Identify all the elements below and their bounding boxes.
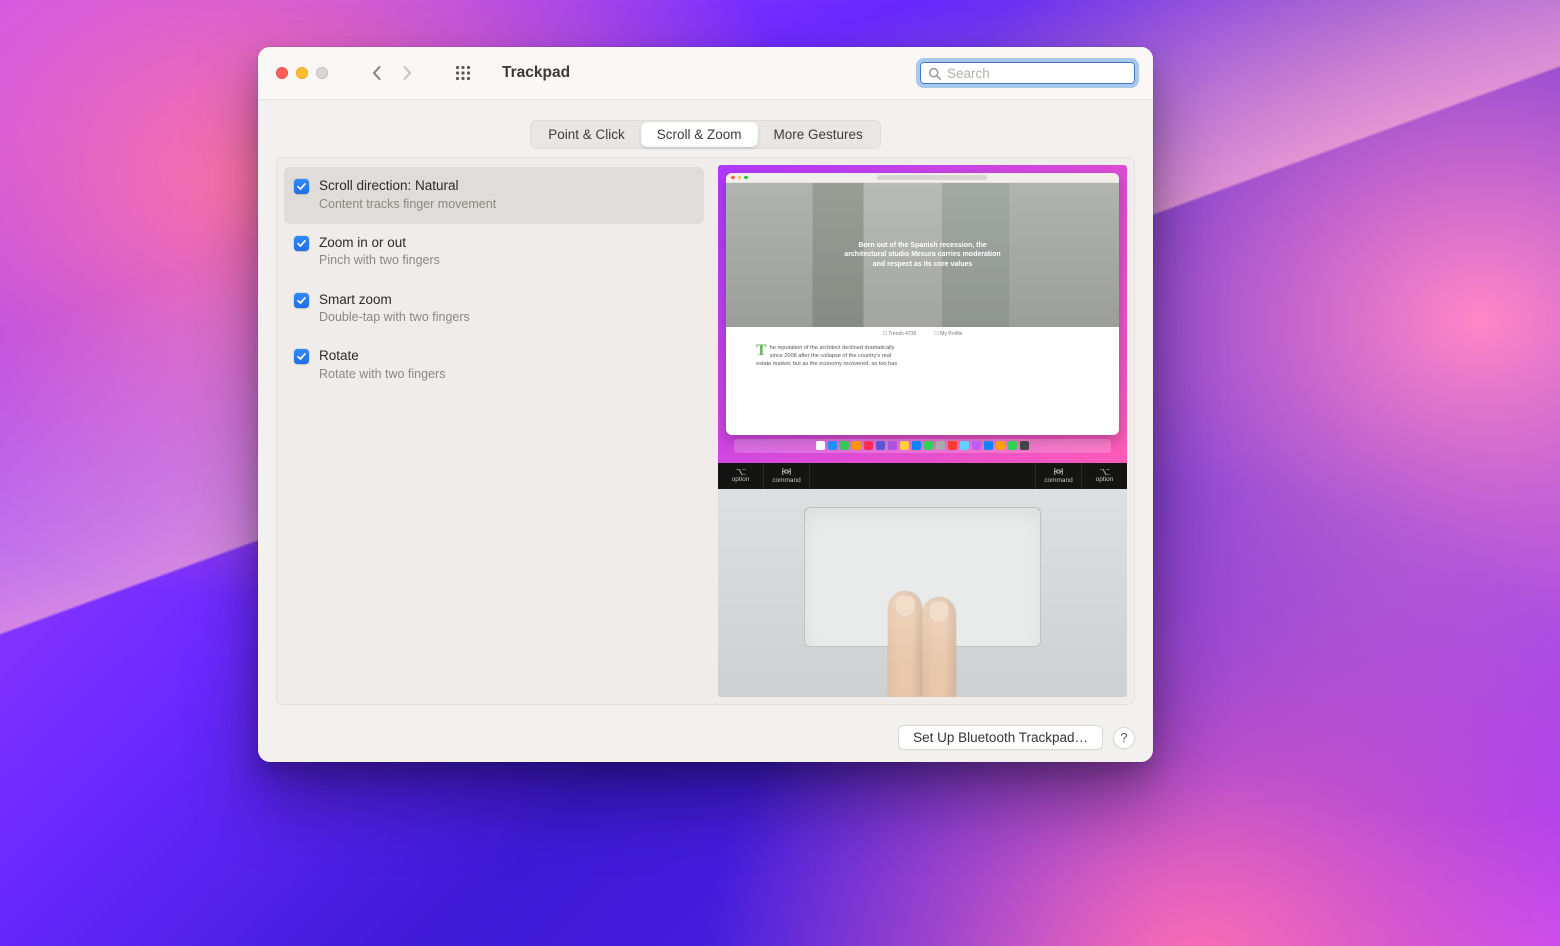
grid-icon [455,65,471,81]
help-button[interactable]: ? [1113,727,1135,749]
minimize-window-button[interactable] [296,67,308,79]
settings-panel: Scroll direction: Natural Content tracks… [276,157,1135,705]
window-title: Trackpad [502,64,570,82]
footer: Set Up Bluetooth Trackpad… ? [258,715,1153,762]
tab-point-click[interactable]: Point & Click [532,122,641,147]
tab-scroll-zoom[interactable]: Scroll & Zoom [641,122,758,147]
preview-body-line: since 2008 after the collapse of the cou… [770,353,891,359]
preview-url-bar [751,175,1115,180]
option-text: Zoom in or out Pinch with two fingers [319,234,440,269]
preview-hero-line: architectural studio Mesura carries mode… [844,251,1000,258]
gesture-preview: Born out of the Spanish recession, the a… [718,165,1127,697]
preview-hero-line: Born out of the Spanish recession, the [858,242,986,249]
touchbar-key-option-left: option [718,463,764,489]
preview-meta: Trends 4739 My Profile [726,327,1119,339]
preview-body-text: T he reputation of the architect decline… [726,339,1119,435]
zoom-window-button[interactable] [316,67,328,79]
show-all-button[interactable] [450,60,476,86]
preview-screen: Born out of the Spanish recession, the a… [718,165,1127,463]
checkbox-zoom-in-out[interactable] [294,236,309,251]
preview-browser-window: Born out of the Spanish recession, the a… [726,173,1119,435]
option-rotate[interactable]: Rotate Rotate with two fingers [284,337,704,394]
touchbar-key-command-right: command [1036,463,1082,489]
command-key-icon [782,467,791,476]
option-text: Scroll direction: Natural Content tracks… [319,177,496,212]
history-nav [364,60,420,86]
option-zoom-in-out[interactable]: Zoom in or out Pinch with two fingers [284,224,704,281]
back-button[interactable] [364,60,390,86]
touchbar-label: command [1044,477,1073,484]
chevron-left-icon [371,65,383,81]
option-subtitle: Pinch with two fingers [319,252,440,268]
options-list: Scroll direction: Natural Content tracks… [284,165,704,697]
option-title: Smart zoom [319,291,470,309]
checkmark-icon [296,238,307,249]
preview-dock [734,439,1111,453]
option-smart-zoom[interactable]: Smart zoom Double-tap with two fingers [284,281,704,338]
touchbar-label: option [1096,476,1114,483]
preview-max-icon [744,176,748,180]
option-title: Rotate [319,347,445,365]
preview-hero: Born out of the Spanish recession, the a… [726,183,1119,327]
option-subtitle: Rotate with two fingers [319,366,445,382]
forward-button[interactable] [394,60,420,86]
touchbar-label: command [772,477,801,484]
preview-fingers-icon [882,579,964,697]
tab-bar: Point & Click Scroll & Zoom More Gesture… [530,120,881,149]
checkbox-smart-zoom[interactable] [294,293,309,308]
option-subtitle: Content tracks finger movement [319,196,496,212]
checkmark-icon [296,351,307,362]
preview-browser-titlebar [726,173,1119,183]
preview-body-line: he reputation of the architect declined … [770,345,895,351]
search-field[interactable] [916,58,1139,88]
checkbox-rotate[interactable] [294,349,309,364]
preferences-window: Trackpad Point & Click Scroll & Zoom Mor… [258,47,1153,762]
touchbar-key-command-left: command [764,463,810,489]
close-window-button[interactable] [276,67,288,79]
touchbar-label: option [732,476,750,483]
preview-laptop-body [718,489,1127,697]
search-input[interactable] [947,66,1127,81]
search-icon [928,67,941,80]
checkmark-icon [296,295,307,306]
option-subtitle: Double-tap with two fingers [319,309,470,325]
option-key-icon [1100,469,1110,475]
preview-meta-item: Trends 4739 [883,331,917,337]
touchbar-key-option-right: option [1082,463,1127,489]
command-key-icon [1054,467,1063,476]
preview-hero-line: and respect as its core values [873,261,973,268]
window-controls [276,67,328,79]
content: Point & Click Scroll & Zoom More Gesture… [258,100,1153,715]
preview-touchbar: option command command option [718,463,1127,489]
option-text: Smart zoom Double-tap with two fingers [319,291,470,326]
preview-dropcap: T [756,345,770,357]
titlebar: Trackpad [258,47,1153,100]
setup-bluetooth-trackpad-button[interactable]: Set Up Bluetooth Trackpad… [898,725,1103,750]
option-title: Scroll direction: Natural [319,177,496,195]
checkmark-icon [296,181,307,192]
preview-body-line: estate market, but as the economy recove… [756,361,897,367]
preview-meta-item: My Profile [934,331,962,337]
preview-close-icon [731,176,735,180]
option-key-icon [736,469,746,475]
preview-min-icon [738,176,742,180]
tab-more-gestures[interactable]: More Gestures [758,122,879,147]
chevron-right-icon [401,65,413,81]
option-scroll-direction[interactable]: Scroll direction: Natural Content tracks… [284,167,704,224]
option-title: Zoom in or out [319,234,440,252]
option-text: Rotate Rotate with two fingers [319,347,445,382]
checkbox-scroll-direction[interactable] [294,179,309,194]
touchbar-gap [810,463,1036,489]
